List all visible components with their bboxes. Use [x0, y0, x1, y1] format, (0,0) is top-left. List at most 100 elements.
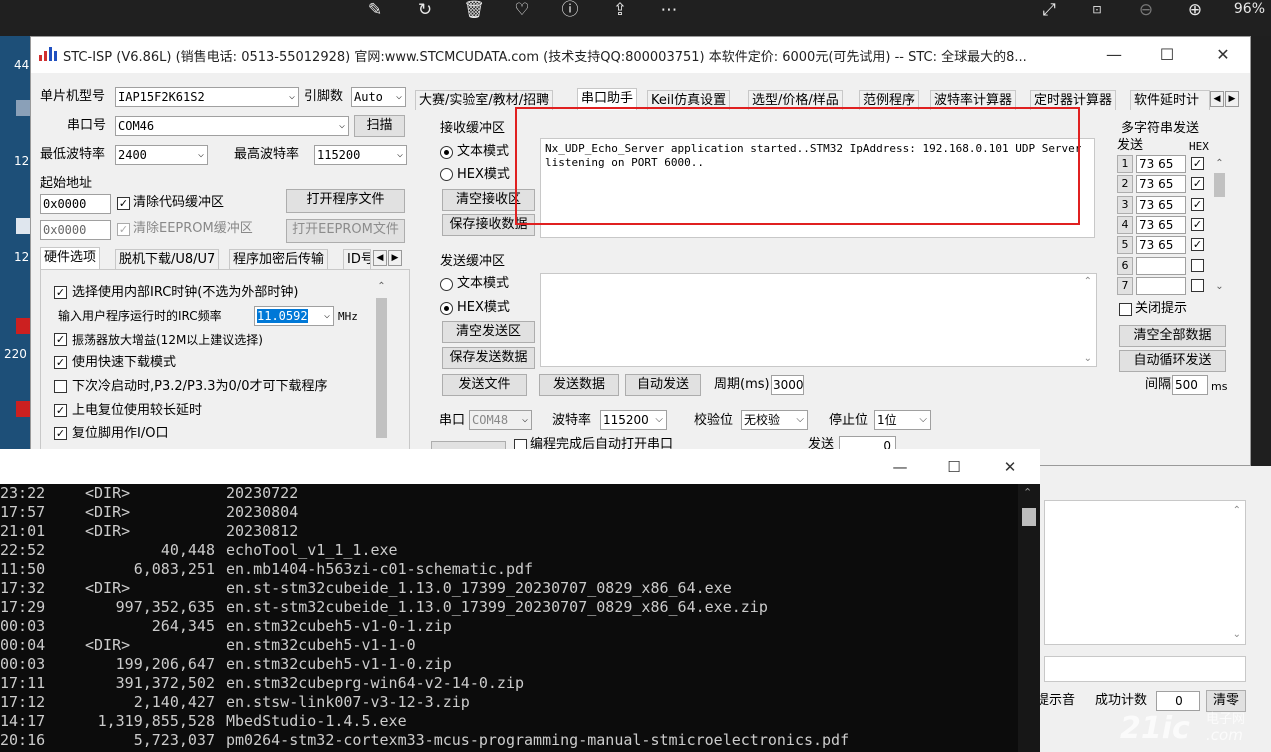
pdf-file-icon[interactable] [16, 401, 30, 417]
auto-loop-send-button[interactable]: 自动循环发送 [1119, 350, 1226, 372]
scroll-down-icon[interactable]: ⌄ [1084, 353, 1092, 364]
send-data-button[interactable]: 发送数据 [539, 374, 619, 396]
multi-send-row-input[interactable] [1136, 256, 1186, 275]
open-program-file-button[interactable]: 打开程序文件 [286, 189, 405, 213]
send-buffer-textarea[interactable]: ⌃ ⌄ [540, 273, 1097, 367]
multi-send-row-button[interactable]: 6 [1117, 256, 1133, 275]
tab-id[interactable]: ID号 [343, 249, 371, 269]
recv-hex-mode-radio[interactable] [440, 168, 453, 181]
scroll-up-icon[interactable]: ⌃ [373, 278, 390, 295]
minimize-button[interactable]: — [1096, 43, 1132, 67]
tab-scroll-right-icon[interactable]: ▶ [1225, 91, 1239, 107]
console-scrollbar[interactable]: ⌃ [1018, 484, 1040, 752]
scroll-down-icon[interactable]: ⌄ [1233, 629, 1241, 640]
maximize-button[interactable]: ☐ [936, 455, 972, 479]
interval-input[interactable]: 500 [1172, 375, 1208, 395]
multi-send-row-input[interactable]: 73 65 [1136, 236, 1186, 255]
multi-send-row-button[interactable]: 5 [1117, 236, 1133, 255]
multi-send-row-button[interactable]: 2 [1117, 175, 1133, 194]
console-titlebar[interactable]: — ☐ ✕ [0, 449, 1040, 484]
scroll-thumb[interactable] [1214, 173, 1225, 197]
multi-send-row-hex-checkbox[interactable] [1191, 177, 1204, 191]
fast-download-checkbox[interactable] [54, 356, 67, 369]
irc-freq-select[interactable]: 11.0592 ⌵ [254, 306, 334, 326]
serial-port-select[interactable]: COM48 ⌵ [469, 410, 532, 430]
close-button[interactable]: ✕ [992, 455, 1028, 479]
stop-bits-select[interactable]: 1位 ⌵ [874, 410, 931, 430]
clear-eeprom-buffer-checkbox[interactable] [117, 223, 130, 236]
multi-send-row-button[interactable]: 3 [1117, 195, 1133, 214]
multi-send-row-input[interactable]: 73 65 [1136, 215, 1186, 234]
scroll-up-icon[interactable]: ⌃ [1023, 486, 1032, 499]
send-text-mode-radio[interactable] [440, 278, 453, 291]
send-hex-mode-radio[interactable] [440, 302, 453, 315]
multi-send-row-input[interactable]: 73 65 [1136, 155, 1186, 173]
auto-send-button[interactable]: 自动发送 [625, 374, 701, 396]
serial-baud-select[interactable]: 115200 ⌵ [600, 410, 667, 430]
multi-send-row-hex-checkbox[interactable] [1191, 278, 1204, 292]
info-icon[interactable]: ⓘ [557, 0, 583, 20]
send-file-button[interactable]: 发送文件 [442, 374, 527, 396]
zoom-out-icon[interactable]: ⊖ [1133, 0, 1159, 20]
multi-send-row-hex-checkbox[interactable] [1191, 217, 1204, 231]
port-select[interactable]: COM46 ⌵ [115, 116, 349, 136]
status-output-area[interactable]: ⌃ ⌄ [1044, 500, 1246, 645]
pdf-file-icon[interactable] [16, 318, 30, 334]
clear-code-buffer-checkbox[interactable] [117, 197, 130, 210]
tab-scroll-left-icon[interactable]: ◀ [373, 250, 387, 266]
multi-send-scrollbar[interactable]: ⌃ ⌄ [1211, 155, 1228, 295]
window-titlebar[interactable]: STC-ISP (V6.86L) (销售电话: 0513-55012928) 官… [31, 37, 1250, 73]
close-button[interactable]: ✕ [1205, 43, 1241, 67]
edit-icon[interactable]: ✎ [362, 0, 388, 20]
tab-scroll-left-icon[interactable]: ◀ [1210, 91, 1224, 107]
desktop-file-icon[interactable] [16, 100, 30, 116]
tab-scroll-right-icon[interactable]: ▶ [388, 250, 402, 266]
mcu-select[interactable]: IAP15F2K61S2 ⌵ [115, 87, 299, 107]
max-baud-select[interactable]: 115200 ⌵ [314, 145, 407, 165]
scan-button[interactable]: 扫描 [354, 115, 405, 137]
multi-send-row-hex-checkbox[interactable] [1191, 238, 1204, 252]
period-input[interactable]: 3000 [771, 375, 804, 395]
multi-send-row-button[interactable]: 7 [1117, 276, 1133, 295]
scroll-down-icon[interactable]: ⌄ [1211, 278, 1228, 295]
scroll-thumb[interactable] [376, 298, 387, 438]
favorite-icon[interactable]: ♡ [509, 0, 535, 20]
save-send-button[interactable]: 保存发送数据 [442, 347, 535, 369]
multi-send-row-hex-checkbox[interactable] [1191, 157, 1204, 170]
minimize-button[interactable]: — [882, 455, 918, 479]
recv-text-mode-radio[interactable] [440, 146, 453, 159]
scroll-up-icon[interactable]: ⌃ [1233, 505, 1241, 516]
pins-select[interactable]: Auto ⌵ [351, 87, 406, 107]
desktop-file-icon[interactable] [16, 218, 30, 234]
multi-send-row-input[interactable] [1136, 276, 1186, 295]
hw-options-scrollbar[interactable]: ⌃ [373, 278, 390, 460]
scroll-up-icon[interactable]: ⌃ [1211, 155, 1228, 172]
start-address-input[interactable]: 0x0000 [40, 194, 111, 214]
internal-irc-checkbox[interactable] [54, 286, 67, 299]
osc-gain-checkbox[interactable] [54, 333, 67, 346]
eeprom-address-input[interactable]: 0x0000 [40, 220, 111, 240]
tab-delay-calculator[interactable]: 软件延时计 [1130, 90, 1210, 110]
parity-select[interactable]: 无校验 ⌵ [741, 410, 808, 430]
multi-send-row-input[interactable]: 73 65 [1136, 195, 1186, 214]
clear-all-data-button[interactable]: 清空全部数据 [1119, 325, 1226, 347]
cold-start-checkbox[interactable] [54, 380, 67, 393]
actual-size-icon[interactable]: ⊡ [1084, 0, 1110, 20]
scroll-up-icon[interactable]: ⌃ [1084, 276, 1092, 287]
reset-io-checkbox[interactable] [54, 427, 67, 440]
multi-send-row-input[interactable]: 73 65 [1136, 175, 1186, 194]
share-icon[interactable]: ⇪ [607, 0, 633, 20]
zoom-in-icon[interactable]: ⊕ [1182, 0, 1208, 20]
min-baud-select[interactable]: 2400 ⌵ [115, 145, 208, 165]
delete-icon[interactable]: 🗑 [461, 0, 487, 20]
rotate-icon[interactable]: ↻ [412, 0, 438, 20]
tab-encrypted-transfer[interactable]: 程序加密后传输 [229, 249, 329, 269]
power-on-delay-checkbox[interactable] [54, 404, 67, 417]
multi-send-row-button[interactable]: 1 [1117, 155, 1133, 173]
scroll-thumb[interactable] [1022, 508, 1036, 526]
close-tips-checkbox[interactable] [1119, 303, 1132, 316]
open-eeprom-file-button[interactable]: 打开EEPROM文件 [286, 219, 405, 243]
multi-send-row-hex-checkbox[interactable] [1191, 197, 1204, 211]
expand-icon[interactable]: ⤢ [1036, 0, 1062, 20]
tab-offline-download[interactable]: 脱机下载/U8/U7 [115, 249, 220, 269]
